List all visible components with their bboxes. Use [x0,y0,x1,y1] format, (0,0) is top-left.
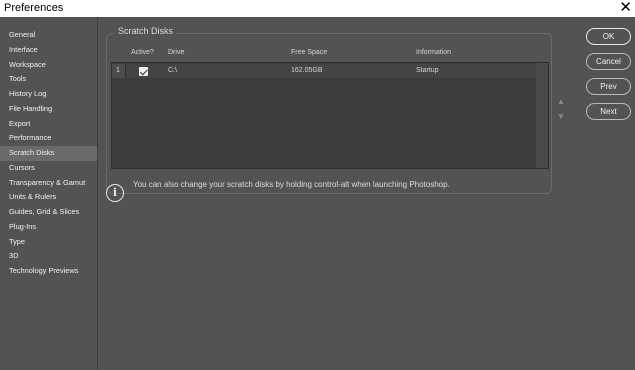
scratch-disks-table: Active? Drive Free Space Information 1 C… [111,47,549,169]
move-down-icon[interactable]: ▼ [557,112,565,121]
table-body: 1 C:\ 162.05GB Startup [111,62,549,169]
info-icon: i [106,184,124,202]
ok-button[interactable]: OK [586,28,631,45]
move-up-icon[interactable]: ▲ [557,97,565,106]
sidebar-item-scratch-disks[interactable]: Scratch Disks [0,146,97,161]
preferences-sidebar: General Interface Workspace Tools Histor… [0,17,98,370]
scratch-disks-panel: Scratch Disks Active? Drive Free Space I… [98,17,635,370]
close-icon[interactable]: ✕ [619,0,632,16]
table-row[interactable]: 1 C:\ 162.05GB Startup [112,64,536,78]
sidebar-item-cursors[interactable]: Cursors [0,161,97,176]
sidebar-item-general[interactable]: General [0,28,97,43]
scratch-disks-title: Scratch Disks [114,26,178,36]
sidebar-item-plug-ins[interactable]: Plug-Ins [0,220,97,235]
sidebar-item-3d[interactable]: 3D [0,249,97,264]
sidebar-item-type[interactable]: Type [0,235,97,250]
cancel-button[interactable]: Cancel [586,53,631,70]
title-bar: Preferences ✕ [0,0,635,17]
free-space-cell: 162.05GB [291,67,323,74]
sidebar-item-technology-previews[interactable]: Technology Previews [0,264,97,279]
sidebar-item-units-rulers[interactable]: Units & Rulers [0,190,97,205]
prev-button[interactable]: Prev [586,78,631,95]
column-information: Information [416,49,452,56]
sidebar-item-guides-grid-slices[interactable]: Guides, Grid & Slices [0,205,97,220]
sidebar-item-history-log[interactable]: History Log [0,87,97,102]
sidebar-item-transparency-gamut[interactable]: Transparency & Gamut [0,176,97,191]
sidebar-item-interface[interactable]: Interface [0,43,97,58]
row-index: 1 [116,67,120,74]
row-index-cell: 1 [112,64,126,78]
column-active: Active? [131,49,154,56]
info-message: You can also change your scratch disks b… [133,180,450,189]
sidebar-item-tools[interactable]: Tools [0,72,97,87]
table-header: Active? Drive Free Space Information [111,47,549,62]
column-free-space: Free Space [291,49,328,56]
active-checkbox[interactable] [139,67,148,76]
sidebar-item-file-handling[interactable]: File Handling [0,102,97,117]
drive-cell: C:\ [168,67,177,74]
column-drive: Drive [168,49,185,56]
sidebar-item-export[interactable]: Export [0,117,97,132]
next-button[interactable]: Next [586,103,631,120]
sidebar-item-workspace[interactable]: Workspace [0,58,97,73]
information-cell: Startup [416,67,439,74]
window-title: Preferences [4,2,64,14]
table-scrollbar[interactable] [536,63,548,168]
sidebar-item-performance[interactable]: Performance [0,131,97,146]
